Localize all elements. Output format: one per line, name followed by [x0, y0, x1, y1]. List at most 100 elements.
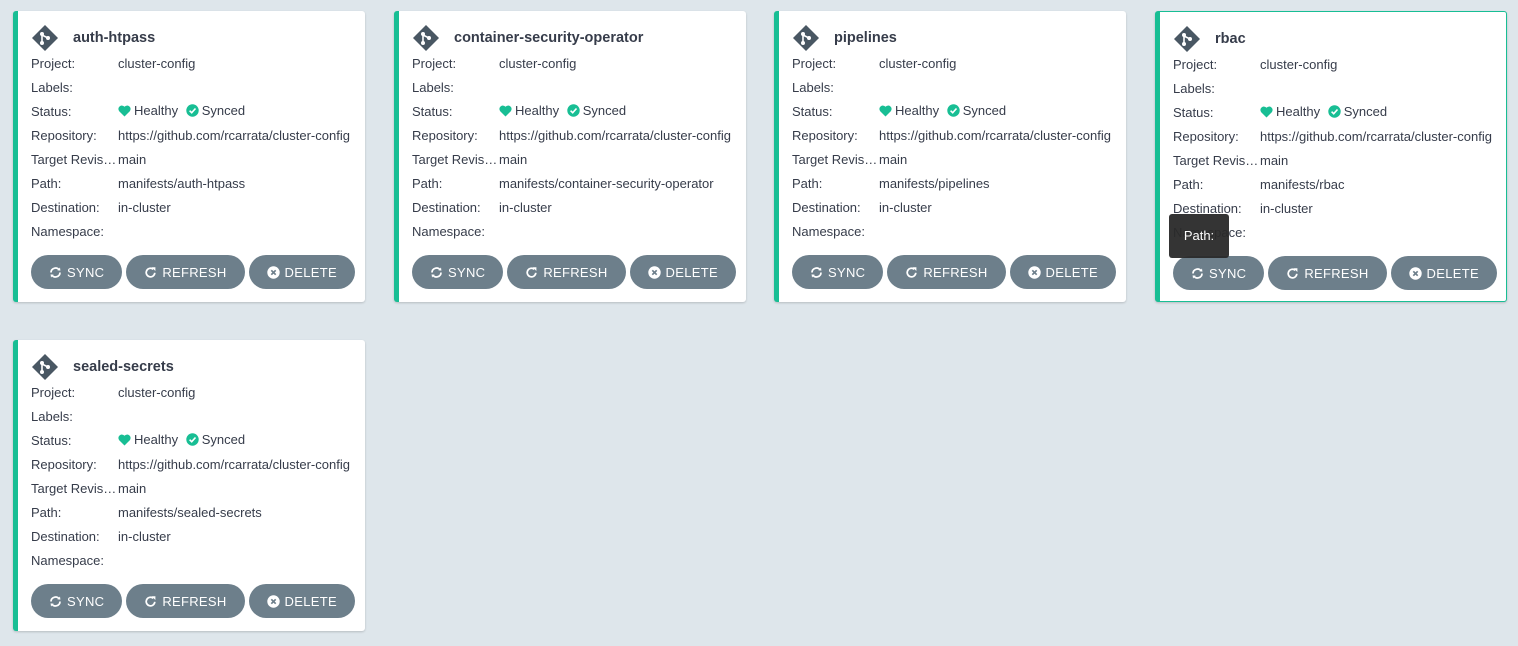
sync-button[interactable]: SYNC	[412, 255, 504, 289]
label-destination: Destination:	[792, 199, 861, 215]
app-card[interactable]: sealed-secrets Project: cluster-config La…	[13, 340, 365, 631]
sync-status: Synced	[186, 103, 245, 118]
card-header: sealed-secrets	[31, 353, 174, 381]
value-repository: https://github.com/rcarrata/cluster-conf…	[1260, 128, 1492, 144]
label-target-revision: Target Revision:	[1173, 152, 1260, 168]
app-name[interactable]: container-security-operator	[454, 30, 643, 46]
row-target-revision: Target Revision: main	[31, 476, 353, 500]
git-icon	[1173, 25, 1201, 53]
row-path: Path: manifests/pipelines	[792, 171, 1114, 195]
app-name[interactable]: sealed-secrets	[73, 359, 174, 375]
value-path: manifests/sealed-secrets	[118, 504, 262, 520]
label-labels: Labels:	[412, 79, 454, 95]
label-path: Path:	[31, 504, 62, 520]
health-text: Healthy	[1276, 104, 1321, 119]
label-status: Status:	[1173, 104, 1214, 120]
delete-button[interactable]: DELETE	[1390, 256, 1497, 290]
label-repository: Repository:	[31, 127, 97, 143]
app-details: Project: cluster-config Labels: Status: H…	[31, 380, 353, 572]
row-destination: Destination: in-cluster	[792, 195, 1114, 219]
card-header: auth-htpass	[31, 24, 155, 52]
label-status: Status:	[31, 103, 72, 119]
value-status: Healthy Synced	[879, 103, 1114, 120]
health-status: Healthy	[118, 432, 178, 447]
row-status: Status: Healthy Synced	[31, 428, 353, 452]
delete-button[interactable]: DELETE	[629, 255, 736, 289]
value-target-revision: main	[879, 151, 908, 167]
value-destination: in-cluster	[499, 199, 552, 215]
git-icon	[31, 353, 59, 381]
sync-button[interactable]: SYNC	[31, 584, 123, 618]
refresh-button[interactable]: REFRESH	[1268, 256, 1387, 290]
git-icon	[31, 24, 59, 52]
sync-icon	[431, 266, 442, 278]
refresh-label: REFRESH	[543, 264, 608, 280]
label-repository: Repository:	[1173, 128, 1239, 144]
health-status: Healthy	[499, 103, 559, 118]
row-project: Project: cluster-config	[1173, 52, 1494, 76]
health-text: Healthy	[134, 432, 179, 447]
value-target-revision: main	[499, 151, 528, 167]
row-labels: Labels:	[1173, 76, 1494, 100]
value-project: cluster-config	[1260, 56, 1338, 72]
row-namespace: Namespace:	[792, 219, 1114, 243]
refresh-button[interactable]: REFRESH	[126, 584, 245, 618]
label-status: Status:	[792, 103, 833, 119]
row-destination: Destination: in-cluster	[31, 195, 353, 219]
label-project: Project:	[792, 55, 837, 71]
sync-label: SYNC	[1209, 265, 1247, 281]
delete-button[interactable]: DELETE	[248, 255, 355, 289]
card-actions: SYNC REFRESH DELETE	[412, 255, 740, 289]
heart-icon	[1260, 106, 1273, 117]
health-status: Healthy	[879, 103, 939, 118]
times-circle-icon	[266, 594, 280, 608]
value-destination: in-cluster	[1260, 200, 1313, 216]
value-project: cluster-config	[118, 384, 196, 400]
app-name[interactable]: pipelines	[834, 30, 897, 46]
row-namespace: Namespace:	[31, 219, 353, 243]
sync-status: Synced	[186, 432, 245, 447]
label-target-revision: Target Revision:	[792, 151, 879, 167]
refresh-button[interactable]: REFRESH	[887, 255, 1006, 289]
health-text: Healthy	[515, 103, 560, 118]
sync-status: Synced	[947, 103, 1006, 118]
value-repository: https://github.com/rcarrata/cluster-conf…	[879, 127, 1111, 143]
app-card[interactable]: container-security-operator Project: clus…	[394, 11, 746, 302]
app-card[interactable]: pipelines Project: cluster-config Labels:…	[774, 11, 1126, 302]
app-name[interactable]: rbac	[1215, 31, 1246, 47]
delete-button[interactable]: DELETE	[1009, 255, 1116, 289]
sync-label: SYNC	[828, 264, 866, 280]
card-header: pipelines	[792, 24, 897, 52]
label-target-revision: Target Revision:	[31, 151, 118, 167]
health-text: Healthy	[134, 103, 179, 118]
refresh-button[interactable]: REFRESH	[126, 255, 245, 289]
redo-icon	[906, 266, 917, 278]
sync-status: Synced	[567, 103, 626, 118]
health-status: Healthy	[1260, 104, 1320, 119]
sync-button[interactable]: SYNC	[792, 255, 884, 289]
app-card[interactable]: rbac Project: cluster-config Labels: Stat…	[1155, 11, 1507, 302]
check-circle-icon	[1328, 104, 1341, 118]
value-destination: in-cluster	[118, 528, 171, 544]
sync-icon	[50, 595, 61, 607]
sync-text: Synced	[201, 102, 246, 118]
app-card[interactable]: auth-htpass Project: cluster-config Label…	[13, 11, 365, 302]
value-repository: https://github.com/rcarrata/cluster-conf…	[118, 456, 350, 472]
row-path: Path: manifests/container-security-operat…	[412, 171, 734, 195]
delete-label: DELETE	[284, 264, 337, 280]
label-namespace: Namespace:	[792, 223, 865, 239]
health-status: Healthy	[118, 103, 178, 118]
sync-button[interactable]: SYNC	[31, 255, 123, 289]
label-namespace: Namespace:	[31, 223, 104, 239]
row-path: Path: manifests/auth-htpass	[31, 171, 353, 195]
card-actions: SYNC REFRESH DELETE	[31, 584, 359, 618]
label-path: Path:	[792, 175, 823, 191]
refresh-button[interactable]: REFRESH	[507, 255, 626, 289]
sync-text: Synced	[1343, 103, 1388, 119]
label-repository: Repository:	[792, 127, 858, 143]
app-name[interactable]: auth-htpass	[73, 30, 155, 46]
sync-button[interactable]: SYNC	[1173, 256, 1265, 290]
delete-button[interactable]: DELETE	[248, 584, 355, 618]
value-destination: in-cluster	[118, 199, 171, 215]
label-labels: Labels:	[792, 79, 834, 95]
